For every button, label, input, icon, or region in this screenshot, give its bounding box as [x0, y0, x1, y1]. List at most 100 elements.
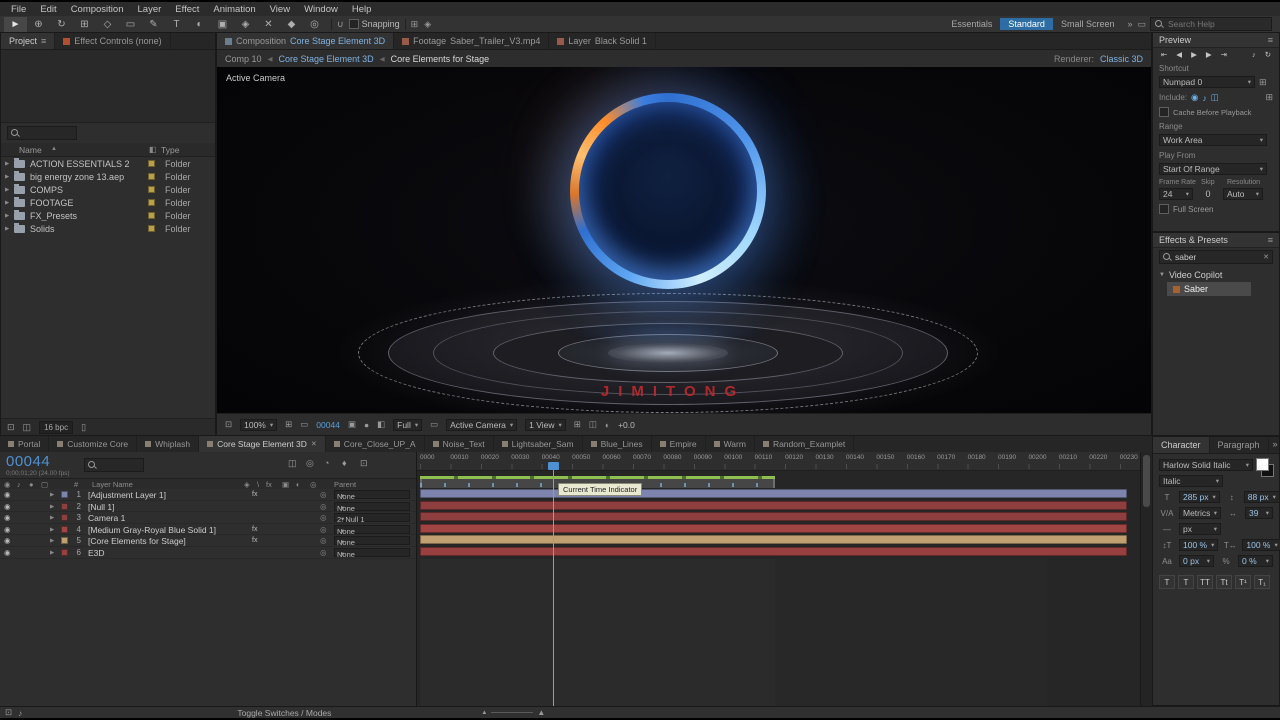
parent-dropdown[interactable]: None ▾: [334, 524, 410, 536]
include-audio-icon[interactable]: ♪: [1202, 93, 1206, 103]
layer-name[interactable]: [Adjustment Layer 1]: [88, 490, 166, 500]
mask-visibility-icon[interactable]: ▭: [300, 419, 308, 430]
layer-row[interactable]: ◉ ▶ 2 [Null 1] ◎ None ▾: [0, 500, 416, 513]
help-search-input[interactable]: [1168, 19, 1267, 29]
toggle-switches-button[interactable]: Toggle Switches / Modes: [237, 708, 331, 718]
layer-label-chip[interactable]: [61, 502, 68, 510]
menu-item[interactable]: Help: [345, 4, 379, 15]
layer-name[interactable]: [Null 1]: [88, 502, 114, 512]
expand-icon[interactable]: ▶: [5, 226, 14, 232]
leading-dropdown[interactable]: 88 px ▾: [1243, 491, 1280, 503]
timeline-tab[interactable]: Warm ✕: [706, 436, 755, 452]
parent-dropdown[interactable]: None ▾: [334, 501, 410, 513]
menu-item[interactable]: Effect: [168, 4, 206, 15]
char-style-button[interactable]: TT: [1197, 575, 1213, 589]
parent-pickwhip-icon[interactable]: ◎: [320, 548, 327, 557]
project-item[interactable]: ▶ big energy zone 13.aep Folder: [1, 170, 215, 183]
char-style-button[interactable]: T: [1159, 575, 1175, 589]
column-type[interactable]: Type: [161, 145, 179, 155]
tool-button[interactable]: ▭: [119, 17, 142, 32]
layer-expand-icon[interactable]: ▶: [50, 492, 54, 498]
include-overlays-icon[interactable]: ◫: [1211, 92, 1219, 103]
layer-visibility-toggle[interactable]: ◉: [4, 502, 11, 511]
layer-duration-bar[interactable]: [420, 489, 1127, 498]
expand-icon[interactable]: ▶: [5, 161, 14, 167]
layer-name[interactable]: E3D: [88, 548, 105, 558]
exposure-icon[interactable]: ◐: [605, 420, 610, 430]
interpret-footage-icon[interactable]: ⊡: [7, 422, 15, 433]
breadcrumb-core-stage[interactable]: Core Stage Element 3D: [279, 54, 374, 64]
layer-duration-bar[interactable]: [420, 512, 1127, 522]
frame-rate-dropdown[interactable]: 24 ▾: [1159, 188, 1193, 200]
graph-editor-icon[interactable]: ♦: [342, 458, 347, 468]
snapping-checkbox[interactable]: [348, 19, 359, 29]
layer-label-chip[interactable]: [61, 491, 68, 498]
parent-pickwhip-icon[interactable]: ◎: [320, 490, 327, 499]
transport-button[interactable]: ⇥: [1219, 50, 1229, 59]
layer-name[interactable]: [Medium Gray-Royal Blue Solid 1]: [88, 525, 216, 535]
layer-visibility-toggle[interactable]: ◉: [4, 490, 11, 499]
timeline-tab[interactable]: Random_Examplet ✕: [755, 436, 855, 452]
collapse-icon[interactable]: ▼: [1159, 272, 1165, 278]
parent-pickwhip-icon[interactable]: ◎: [320, 502, 327, 511]
tool-button[interactable]: ⊞: [73, 17, 96, 32]
audio-icon[interactable]: ♪: [18, 708, 22, 718]
layer-expand-icon[interactable]: ▶: [50, 504, 54, 510]
layer-visibility-toggle[interactable]: ◉: [4, 513, 11, 522]
workspace-button[interactable]: Small Screen: [1053, 18, 1123, 30]
parent-column[interactable]: Parent: [334, 480, 356, 489]
fill-color-swatch[interactable]: [1256, 458, 1269, 471]
layer-label-chip[interactable]: [61, 514, 68, 522]
composition-viewport[interactable]: Active Camera JIMITONG: [217, 67, 1151, 415]
timeline-track-area[interactable]: 0000 00010 00020 00030 00040 00050 00060 00070 0…: [417, 452, 1140, 706]
parent-dropdown[interactable]: None ▾: [334, 536, 410, 547]
frame-blend-enable-icon[interactable]: ⊡: [360, 458, 368, 469]
camera-dropdown[interactable]: Active Camera ▾: [446, 418, 518, 431]
horizontal-scale-field[interactable]: 100 % ▾: [1242, 539, 1280, 551]
column-name[interactable]: Name: [19, 145, 42, 155]
timeline-zoom-slider[interactable]: [491, 712, 534, 713]
expand-icon[interactable]: ▶: [5, 213, 14, 219]
resolution-dropdown[interactable]: Full ▾: [393, 418, 423, 431]
full-screen-checkbox[interactable]: [1159, 204, 1169, 214]
menu-item[interactable]: View: [263, 4, 297, 15]
viewer-tab[interactable]: Footage Saber_Trailer_V3.mp4: [394, 33, 550, 49]
expand-icon[interactable]: ▶: [5, 187, 14, 193]
tab-effect-controls[interactable]: Effect Controls (none): [55, 33, 171, 49]
layer-fx-switch[interactable]: fx: [252, 537, 257, 544]
timeline-tab[interactable]: Core_Close_UP_A ✕: [326, 436, 425, 452]
zoom-out-icon[interactable]: ▲: [481, 710, 487, 716]
expand-icon[interactable]: ▶: [5, 200, 14, 206]
workspace-button[interactable]: Standard: [1000, 18, 1053, 30]
current-time-indicator-line[interactable]: [553, 464, 554, 706]
character-tab[interactable]: Paragraph: [1210, 437, 1269, 453]
layer-row[interactable]: ◉ ▶ 3 Camera 1 ◎ 2. Null 1 ▾: [0, 512, 416, 524]
scrollbar-thumb[interactable]: [1143, 455, 1150, 507]
current-time-indicator-handle[interactable]: [548, 462, 559, 470]
project-item[interactable]: ▶ FOOTAGE Folder: [1, 196, 215, 209]
parent-pickwhip-icon[interactable]: ◎: [320, 525, 327, 534]
project-item[interactable]: ▶ COMPS Folder: [1, 183, 215, 196]
more-workspaces-icon[interactable]: »: [1122, 19, 1137, 29]
baseline-shift-field[interactable]: 0 px ▾: [1179, 555, 1214, 567]
timeline-tab[interactable]: Core Stage Element 3D ✕: [199, 436, 326, 452]
view-layout-dropdown[interactable]: 1 View ▾: [525, 418, 566, 431]
timeline-tab[interactable]: Blue_Lines ✕: [583, 436, 652, 452]
loop-icon[interactable]: ↻: [1263, 50, 1273, 59]
project-item[interactable]: ▶ ACTION ESSENTIALS 2 Folder: [1, 157, 215, 170]
effects-group[interactable]: Video Copilot: [1169, 270, 1222, 280]
menu-item[interactable]: Window: [297, 4, 345, 15]
layer-fx-switch[interactable]: fx: [252, 491, 257, 498]
tool-button[interactable]: ▣: [211, 17, 234, 32]
show-snapshot-icon[interactable]: ●: [364, 420, 369, 430]
panel-menu-icon[interactable]: ≡: [1268, 35, 1273, 45]
layer-label-chip[interactable]: [61, 525, 68, 533]
transport-button[interactable]: ⇤: [1159, 50, 1169, 59]
tool-button[interactable]: ◎: [303, 17, 326, 32]
project-search[interactable]: [7, 126, 77, 140]
tracking-dropdown[interactable]: 39 ▾: [1245, 507, 1273, 519]
tool-button[interactable]: ↻: [50, 17, 73, 32]
close-tab-icon[interactable]: ✕: [311, 440, 317, 448]
font-size-dropdown[interactable]: 285 px ▾: [1179, 491, 1220, 503]
motion-blur-enable-icon[interactable]: ◔: [324, 458, 329, 468]
